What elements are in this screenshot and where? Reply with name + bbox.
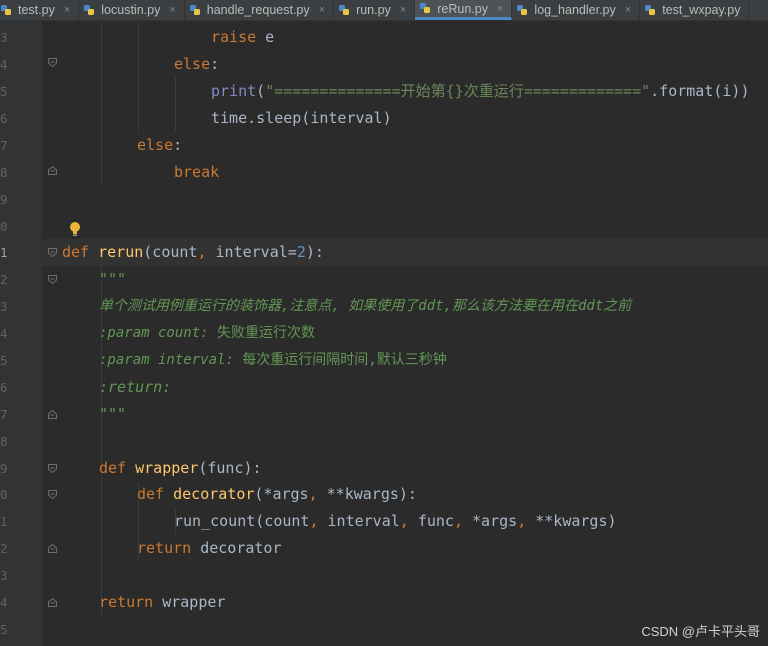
line-number: 7 [0,407,8,422]
line-number: 3 [0,568,8,583]
fold-marker-icon[interactable] [48,598,57,607]
line-number: 7 [0,138,8,153]
fold-marker-icon[interactable] [48,410,57,419]
code-line: """ [99,405,127,423]
line-number: 4 [0,326,8,341]
code-line: time.sleep(interval) [211,109,392,127]
tab-label: log_handler.py [534,3,616,17]
code-line: """ [99,270,127,288]
line-number: 0 [0,487,8,502]
fold-marker-icon[interactable] [48,166,57,175]
code-line: return decorator [137,539,282,557]
line-number: 2 [0,272,8,287]
tab-label: reRun.py [437,1,488,16]
python-file-icon [189,4,200,15]
code-line: break [174,163,220,181]
fold-marker-icon[interactable] [48,58,57,67]
line-number: 6 [0,380,8,395]
line-number: 9 [0,192,8,207]
line-number: 4 [0,57,8,72]
line-number: 4 [0,595,8,610]
code-line: 单个测试用例重运行的装饰器,注意点, 如果使用了ddt,那么该方法要在用在ddt… [99,298,632,314]
code-line: raise e [211,28,275,46]
python-file-icon [84,4,95,15]
tab-label: test_wxpay.py [662,3,741,17]
code-line: else: [137,136,183,154]
fold-marker-icon[interactable] [48,464,57,473]
tab-close-icon[interactable]: × [319,4,325,16]
csdn-watermark: CSDN @卢卡平头哥 [641,624,760,639]
tab-label: handle_request.py [206,3,310,17]
fold-marker-icon[interactable] [48,490,57,499]
code-line: run_count(count, interval, func, *args, … [174,512,617,530]
python-file-icon [1,4,11,15]
code-line: else: [174,55,220,73]
tab-run-py[interactable]: run.py × [334,0,416,20]
line-number: 6 [0,111,8,126]
code-line: :return: [99,378,172,396]
editor-tab-bar: test.py × locustin.py × handle_request.p… [0,0,768,21]
line-number: 8 [0,165,8,180]
code-line: def wrapper(func): [99,459,262,477]
tab-close-icon[interactable]: × [64,4,70,16]
python-file-icon [517,4,528,15]
code-line: :param interval: 每次重运行间隔时间,默认三秒钟 [99,352,447,368]
code-line: print("==============开始第{}次重运行==========… [211,82,750,100]
tab-close-icon[interactable]: × [400,4,406,16]
python-file-icon [420,3,431,13]
line-number: 5 [0,353,8,368]
code-line: def rerun(count, interval=2): [62,243,324,261]
python-file-icon [339,4,350,15]
tab-test-py[interactable]: test.py × [0,0,80,20]
tab-test-wxpay-py[interactable]: test_wxpay.py [640,0,750,20]
code-line: return wrapper [99,593,226,611]
tab-handle-request-py[interactable]: handle_request.py × [185,0,335,20]
fold-marker-icon[interactable] [48,544,57,553]
fold-marker-icon[interactable] [48,275,57,284]
line-number: 5 [0,84,8,99]
tab-locustin-py[interactable]: locustin.py × [79,0,185,20]
python-file-icon [645,4,656,15]
line-number: 0 [0,219,8,234]
line-number: 8 [0,434,8,449]
tab-log-handler-py[interactable]: log_handler.py × [512,0,641,20]
tab-label: locustin.py [101,3,161,17]
line-number: 2 [0,541,8,556]
tab-close-icon[interactable]: × [169,4,175,16]
code-line: :param count: 失败重运行次数 [99,325,316,341]
intention-bulb-icon[interactable] [68,221,82,239]
line-number: 1 [0,514,8,529]
line-number: 3 [0,30,8,45]
line-number: 5 [0,622,8,637]
line-number: 3 [0,299,8,314]
code-line: def decorator(*args, **kwargs): [137,485,417,503]
current-line-number: 1 [0,245,8,260]
tab-close-icon[interactable]: × [625,4,631,16]
tab-label: run.py [356,3,391,17]
tab-close-icon[interactable]: × [497,3,503,15]
tab-rerun-py[interactable]: reRun.py × [415,0,513,20]
tab-label: test.py [18,3,55,17]
line-number: 9 [0,461,8,476]
fold-marker-icon[interactable] [48,248,57,257]
